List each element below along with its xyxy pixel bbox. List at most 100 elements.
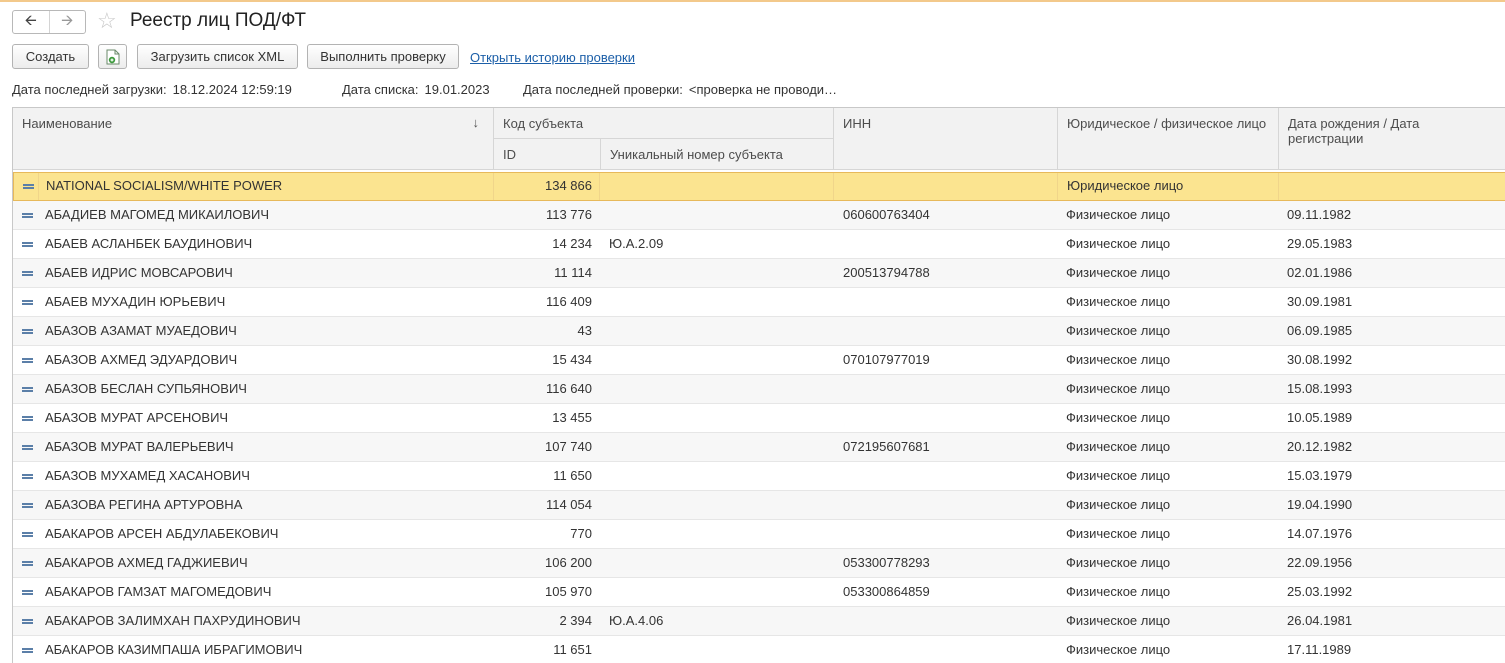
table-row[interactable]: АБАЗОВА РЕГИНА АРТУРОВНА 114 054 Физическо… (13, 491, 1505, 520)
cell-unique-number (602, 173, 834, 200)
cell-unique-number (601, 462, 833, 490)
column-header-name[interactable]: Наименование ↓ (13, 108, 494, 170)
cell-unique-number (601, 375, 833, 403)
cell-id: 107 740 (545, 439, 592, 454)
table-row[interactable]: АБАКАРОВ АРСЕН АБДУЛАБЕКОВИЧ 770 Физическо… (13, 520, 1505, 549)
cell-date: 09.11.1982 (1287, 207, 1352, 222)
cell-person-type: Физическое лицо (1066, 526, 1171, 541)
column-header-id[interactable]: ID (494, 139, 601, 170)
cell-person-type: Физическое лицо (1066, 236, 1171, 251)
last-load-info: Дата последней загрузки: 18.12.2024 12:59… (12, 82, 292, 97)
cell-unique-number (601, 636, 833, 663)
cell-name: АБАЕВ ИДРИС МОВСАРОВИЧ (45, 265, 233, 280)
cell-name: АБАКАРОВ КАЗИМПАША ИБРАГИМОВИЧ (45, 642, 303, 657)
cell-person-type: Юридическое лицо (1059, 173, 1279, 200)
open-check-history-link[interactable]: Открыть историю проверки (470, 50, 635, 65)
favorite-star-icon[interactable]: ☆ (97, 9, 117, 33)
back-arrow-icon[interactable]: 🡨 (13, 11, 49, 33)
cell-person-type: Физическое лицо (1066, 207, 1171, 222)
last-check-info: Дата последней проверки: <проверка не про… (523, 82, 837, 97)
record-icon (22, 578, 38, 606)
cell-unique-number (601, 259, 833, 287)
column-header-inn[interactable]: ИНН (834, 108, 1058, 170)
cell-inn: 060600763404 (843, 207, 930, 222)
cell-unique-number (601, 520, 833, 548)
cell-date: 10.05.1989 (1287, 410, 1353, 425)
table-row[interactable]: АБАКАРОВ АХМЕД ГАДЖИЕВИЧ 106 200 053300778… (13, 549, 1505, 578)
record-icon (22, 433, 38, 461)
record-icon (22, 462, 38, 490)
cell-date: 02.01.1986 (1287, 265, 1353, 280)
cell-id: 106 200 (545, 555, 592, 570)
table-row[interactable]: NATIONAL SOCIALISM/WHITE POWER 134 866 Юри… (13, 172, 1505, 201)
cell-inn (834, 317, 1057, 345)
sort-down-arrow-icon[interactable]: ↓ (473, 115, 480, 130)
table-row[interactable]: АБАЗОВ БЕСЛАН СУПЬЯНОВИЧ 116 640 Физическо… (13, 375, 1505, 404)
table-row[interactable]: АБАКАРОВ КАЗИМПАША ИБРАГИМОВИЧ 11 651 Физи… (13, 636, 1505, 663)
cell-name: АБАКАРОВ АХМЕД ГАДЖИЕВИЧ (45, 555, 248, 570)
cell-date: 19.04.1990 (1287, 497, 1353, 512)
table-row[interactable]: АБАКАРОВ ЗАЛИМХАН ПАХРУДИНОВИЧ 2 394 Ю.А.4… (13, 607, 1505, 636)
last-check-label: Дата последней проверки: (523, 82, 683, 97)
cell-inn (835, 173, 1058, 200)
load-xml-button[interactable]: Загрузить список XML (137, 44, 298, 69)
cell-name: АБАЕВ АСЛАНБЕК БАУДИНОВИЧ (45, 236, 253, 251)
cell-person-type: Физическое лицо (1066, 613, 1171, 628)
cell-date: 22.09.1956 (1287, 555, 1353, 570)
cell-name: АБАКАРОВ АРСЕН АБДУЛАБЕКОВИЧ (45, 526, 279, 541)
cell-date: 25.03.1992 (1287, 584, 1353, 599)
cell-person-type: Физическое лицо (1066, 584, 1171, 599)
cell-unique-number: Ю.А.2.09 (609, 236, 664, 251)
cell-name: АБАЗОВ МУХАМЕД ХАСАНОВИЧ (45, 468, 250, 483)
column-header-subject-code[interactable]: Код субъекта (494, 108, 834, 139)
column-header-name-label: Наименование (22, 116, 113, 131)
record-icon (22, 201, 38, 229)
table-row[interactable]: АБАЗОВ МУРАТ ВАЛЕРЬЕВИЧ 107 740 0721956076… (13, 433, 1505, 462)
record-icon (22, 520, 38, 548)
cell-inn (834, 462, 1057, 490)
table-row[interactable]: АБАЕВ МУХАДИН ЮРЬЕВИЧ 116 409 Физическое л… (13, 288, 1505, 317)
export-excel-button[interactable] (98, 44, 127, 69)
cell-person-type: Физическое лицо (1066, 352, 1171, 367)
column-header-date[interactable]: Дата рождения / Дата регистрации (1279, 108, 1505, 170)
cell-name: АБАКАРОВ ЗАЛИМХАН ПАХРУДИНОВИЧ (45, 613, 301, 628)
create-button[interactable]: Создать (12, 44, 89, 69)
navigation-buttons: 🡨 🡪 (12, 10, 86, 34)
page-title: Реестр лиц ПОД/ФТ (130, 10, 307, 31)
table-row[interactable]: АБАЗОВ МУХАМЕД ХАСАНОВИЧ 11 650 Физическое… (13, 462, 1505, 491)
table-row[interactable]: АБАЗОВ МУРАТ АРСЕНОВИЧ 13 455 Физическое л… (13, 404, 1505, 433)
cell-person-type: Физическое лицо (1066, 265, 1171, 280)
record-icon (23, 173, 39, 200)
cell-date: 29.05.1983 (1287, 236, 1353, 251)
last-check-value: <проверка не проводи… (688, 82, 838, 97)
cell-id: 14 234 (552, 236, 592, 251)
cell-unique-number (601, 346, 833, 374)
cell-person-type: Физическое лицо (1066, 468, 1171, 483)
table-row[interactable]: АБАЗОВ АЗАМАТ МУАЕДОВИЧ 43 Физическое лицо… (13, 317, 1505, 346)
table-row[interactable]: АБАДИЕВ МАГОМЕД МИКАИЛОВИЧ 113 776 0606007… (13, 201, 1505, 230)
cell-name: АБАЗОВА РЕГИНА АРТУРОВНА (45, 497, 243, 512)
column-header-person-type[interactable]: Юридическое / физическое лицо (1058, 108, 1279, 170)
cell-unique-number (601, 491, 833, 519)
cell-date: 30.09.1981 (1287, 294, 1353, 309)
forward-arrow-icon[interactable]: 🡪 (48, 11, 86, 33)
cell-inn (834, 230, 1057, 258)
table-row[interactable]: АБАКАРОВ ГАМЗАТ МАГОМЕДОВИЧ 105 970 053300… (13, 578, 1505, 607)
run-check-button[interactable]: Выполнить проверку (307, 44, 459, 69)
cell-name: АБАЗОВ МУРАТ ВАЛЕРЬЕВИЧ (45, 439, 234, 454)
cell-inn: 053300864859 (843, 584, 930, 599)
table-row[interactable]: АБАЗОВ АХМЕД ЭДУАРДОВИЧ 15 434 07010797701… (13, 346, 1505, 375)
cell-inn (834, 636, 1057, 663)
column-header-unique-number[interactable]: Уникальный номер субъекта (601, 139, 834, 170)
cell-inn: 070107977019 (843, 352, 930, 367)
cell-id: 43 (577, 323, 592, 338)
cell-name: АБАКАРОВ ГАМЗАТ МАГОМЕДОВИЧ (45, 584, 272, 599)
cell-id: 15 434 (552, 352, 592, 367)
cell-inn (834, 404, 1057, 432)
cell-id: 105 970 (545, 584, 592, 599)
table-row[interactable]: АБАЕВ АСЛАНБЕК БАУДИНОВИЧ 14 234 Ю.А.2.09 Ф… (13, 230, 1505, 259)
cell-id: 11 650 (553, 468, 592, 483)
cell-inn (834, 288, 1057, 316)
cell-unique-number: Ю.А.4.06 (609, 613, 664, 628)
table-row[interactable]: АБАЕВ ИДРИС МОВСАРОВИЧ 11 114 200513794788… (13, 259, 1505, 288)
